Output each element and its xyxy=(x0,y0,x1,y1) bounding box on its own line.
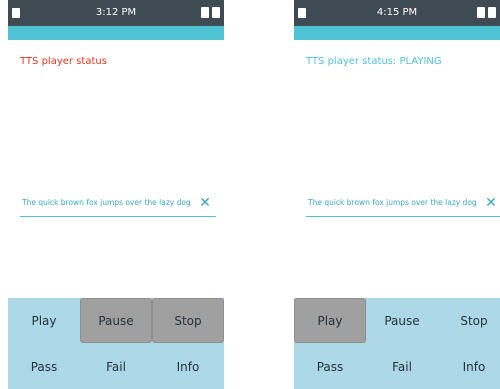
close-icon[interactable]: ✕ xyxy=(198,194,212,212)
info-button[interactable]: Info xyxy=(438,344,500,389)
stop-button[interactable]: Stop xyxy=(438,298,500,343)
tts-status-text: TTS player status: PLAYING xyxy=(306,56,442,67)
tts-input-value[interactable]: The quick brown fox jumps over the lazy … xyxy=(308,198,477,207)
status-bar: 3:12 PM xyxy=(8,0,224,26)
pause-button[interactable]: Pause xyxy=(366,298,438,343)
battery-icon xyxy=(212,7,220,18)
play-button[interactable]: Play xyxy=(8,298,80,343)
pause-button[interactable]: Pause xyxy=(80,298,152,343)
close-icon[interactable]: ✕ xyxy=(484,194,498,212)
app-bar xyxy=(294,26,500,40)
signal-icon xyxy=(201,7,209,18)
status-bar: 4:15 PM xyxy=(294,0,500,26)
app-bar xyxy=(8,26,224,40)
fail-button[interactable]: Fail xyxy=(366,344,438,389)
status-time: 3:12 PM xyxy=(95,7,137,18)
phone-screen-left: 3:12 PM TTS player status The quick brow… xyxy=(8,0,224,389)
battery-icon xyxy=(488,7,496,18)
tts-input-field[interactable]: The quick brown fox jumps over the lazy … xyxy=(20,192,216,217)
control-buttons: Play Pause Stop Pass Fail Info xyxy=(294,298,500,389)
tts-input-value[interactable]: The quick brown fox jumps over the lazy … xyxy=(22,198,191,207)
status-icons xyxy=(477,7,496,18)
phone-screen-right: 4:15 PM TTS player status: PLAYING The q… xyxy=(294,0,500,389)
info-button[interactable]: Info xyxy=(152,344,224,389)
signal-icon xyxy=(477,7,485,18)
pass-button[interactable]: Pass xyxy=(294,344,366,389)
tts-status-text: TTS player status xyxy=(20,56,107,67)
status-time: 4:15 PM xyxy=(376,7,418,18)
status-icons xyxy=(201,7,220,18)
fail-button[interactable]: Fail xyxy=(80,344,152,389)
stop-button[interactable]: Stop xyxy=(152,298,224,343)
pass-button[interactable]: Pass xyxy=(8,344,80,389)
tts-input-field[interactable]: The quick brown fox jumps over the lazy … xyxy=(306,192,500,217)
play-button[interactable]: Play xyxy=(294,298,366,343)
control-buttons: Play Pause Stop Pass Fail Info xyxy=(8,298,224,389)
